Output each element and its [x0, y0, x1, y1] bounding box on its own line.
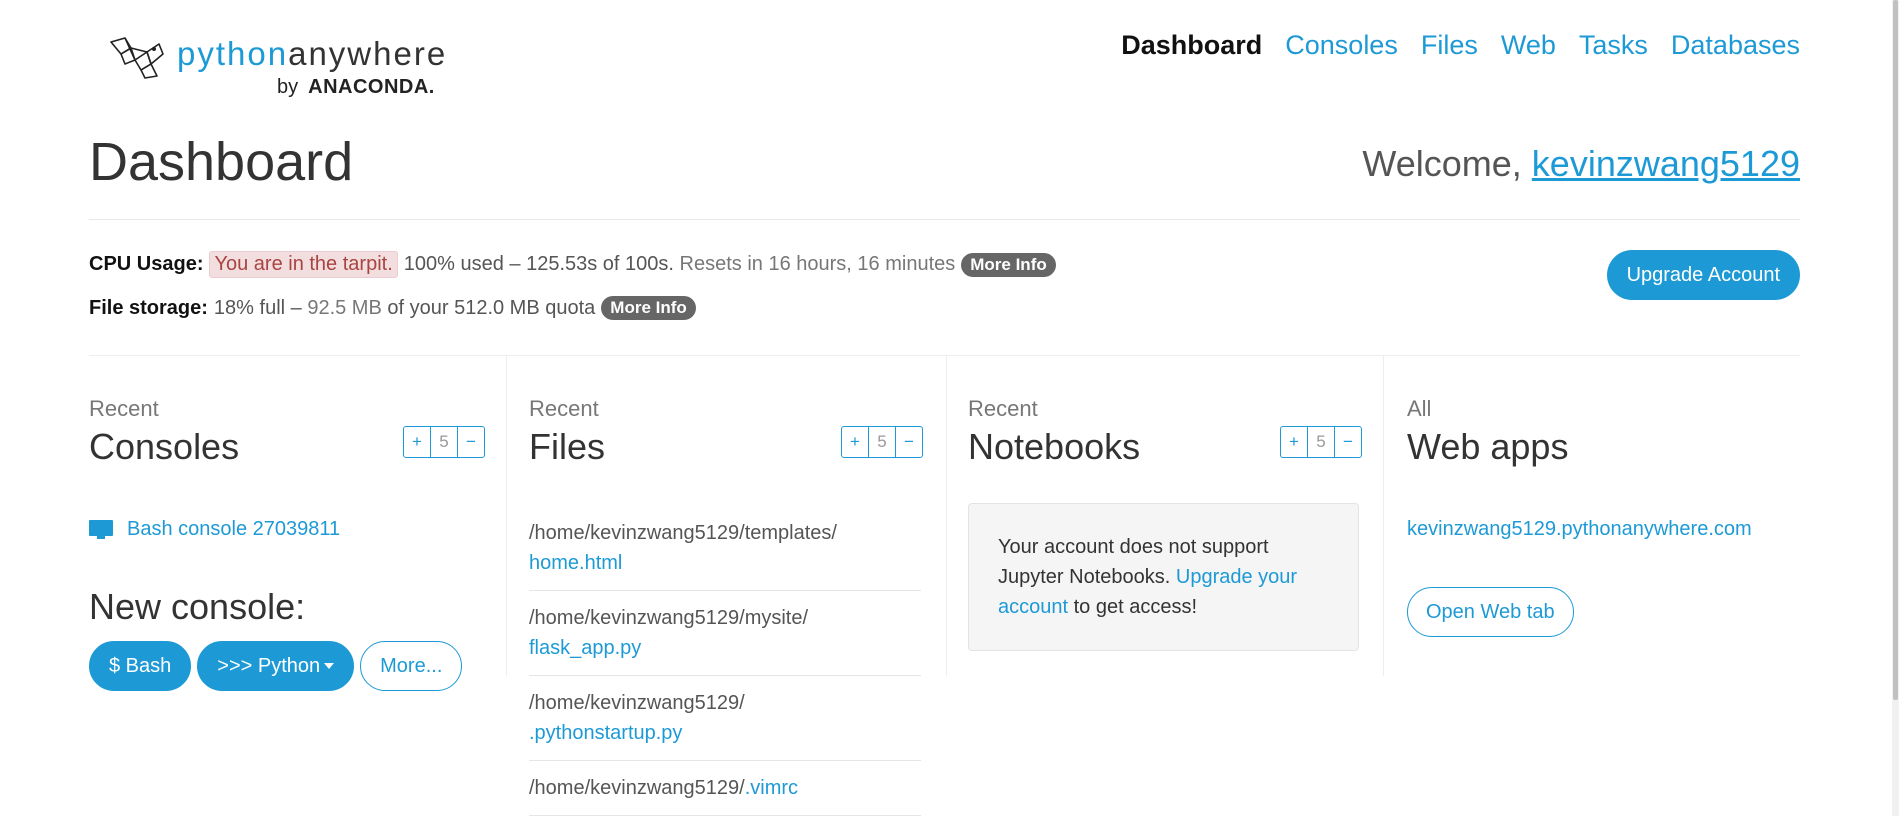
logo-word-anywhere: anywhere	[288, 35, 448, 72]
logo-wordmark: pythonanywhere	[177, 34, 447, 74]
page-scrollbar[interactable]	[1892, 0, 1899, 816]
files-increase-button[interactable]: +	[842, 427, 868, 457]
file-link[interactable]: flask_app.py	[529, 637, 641, 659]
open-web-tab-button[interactable]: Open Web tab	[1407, 587, 1574, 637]
webapps-title: Web apps	[1407, 426, 1569, 467]
nav-files[interactable]: Files	[1421, 30, 1478, 61]
file-storage-row: File storage: 18% full – 92.5 MB of your…	[89, 296, 696, 320]
files-title: Files	[529, 426, 606, 467]
notice-suffix: to get access!	[1073, 596, 1198, 618]
file-directory: /home/kevinzwang5129/	[529, 692, 745, 714]
pythonanywhere-logo[interactable]: pythonanywhere by ANACONDA.	[107, 34, 447, 102]
page-title: Dashboard	[89, 132, 354, 192]
nav-web[interactable]: Web	[1501, 30, 1556, 61]
webapps-subtitle: All	[1407, 396, 1432, 421]
upgrade-account-button[interactable]: Upgrade Account	[1606, 250, 1800, 300]
notebooks-subtitle: Recent	[968, 396, 1038, 421]
username-link[interactable]: kevinzwang5129	[1532, 143, 1800, 184]
recent-console-link[interactable]: Bash console 27039811	[89, 518, 340, 541]
file-link[interactable]: home.html	[529, 552, 622, 574]
webapps-panel: All Web apps kevinzwang5129.pythonanywhe…	[1407, 356, 1800, 816]
logo-word-python: python	[177, 35, 289, 72]
new-console-buttons: $ Bash >>> Python More...	[89, 641, 463, 691]
files-count: 5	[868, 427, 896, 457]
nav-databases[interactable]: Databases	[1671, 30, 1800, 61]
new-console-heading: New console:	[89, 586, 306, 627]
recent-console-label: Bash console 27039811	[127, 518, 341, 540]
notebooks-decrease-button[interactable]: −	[1335, 427, 1361, 457]
column-divider	[506, 356, 507, 676]
top-navigation: Dashboard Consoles Files Web Tasks Datab…	[1121, 30, 1800, 61]
notebooks-panel: Recent Notebooks + 5 − Your account does…	[968, 356, 1363, 816]
consoles-title: Consoles	[89, 426, 240, 467]
file-directory: /home/kevinzwang5129/templates/	[529, 522, 837, 544]
logo-by-text: by	[277, 76, 299, 98]
cpu-more-info-button[interactable]: More Info	[961, 252, 1056, 277]
nav-consoles[interactable]: Consoles	[1285, 30, 1398, 61]
cpu-usage-value: 100% used – 125.53s of 100s.	[403, 253, 674, 275]
consoles-decrease-button[interactable]: −	[458, 427, 484, 457]
recent-files-list: /home/kevinzwang5129/templates/ home.htm…	[529, 518, 921, 828]
welcome-prefix: Welcome,	[1362, 143, 1532, 184]
files-count-stepper: + 5 −	[841, 426, 923, 458]
file-link[interactable]: .vimrc	[745, 777, 798, 799]
logo-byline: by ANACONDA.	[277, 76, 435, 99]
consoles-subtitle: Recent	[89, 396, 159, 421]
file-item: /home/kevinzwang5129/mysite/ flask_app.p…	[529, 603, 921, 676]
files-decrease-button[interactable]: −	[896, 427, 922, 457]
scrollbar-thumb[interactable]	[1893, 0, 1898, 700]
consoles-count: 5	[430, 427, 458, 457]
file-directory: /home/kevinzwang5129/mysite/	[529, 607, 809, 629]
nav-tasks[interactable]: Tasks	[1579, 30, 1648, 61]
consoles-panel: Recent Consoles + 5 − Bash console 27039…	[89, 356, 485, 816]
caret-down-icon	[324, 663, 335, 670]
notebooks-increase-button[interactable]: +	[1281, 427, 1307, 457]
notebooks-count: 5	[1307, 427, 1335, 457]
storage-used: 92.5 MB	[307, 296, 382, 319]
monitor-icon	[89, 519, 113, 540]
storage-more-info-button[interactable]: More Info	[601, 296, 696, 320]
file-directory: /home/kevinzwang5129/	[529, 777, 745, 799]
python-console-label: >>> Python	[217, 654, 321, 677]
column-divider	[946, 356, 947, 676]
files-subtitle: Recent	[529, 396, 599, 421]
file-item: /home/kevinzwang5129/ .pythonstartup.py	[529, 688, 921, 761]
consoles-count-stepper: + 5 −	[403, 426, 485, 458]
logo-anaconda-text: ANACONDA.	[308, 76, 435, 98]
file-storage-label: File storage:	[89, 296, 208, 319]
files-panel: Recent Files + 5 − /home/kevinzwang5129/…	[529, 356, 924, 816]
tarpit-warning: You are in the tarpit.	[209, 251, 398, 278]
more-consoles-button[interactable]: More...	[360, 641, 463, 691]
notebooks-unsupported-notice: Your account does not support Jupyter No…	[968, 503, 1359, 651]
notebooks-title: Notebooks	[968, 426, 1141, 467]
cpu-reset-text: Resets in 16 hours, 16 minutes	[679, 253, 956, 275]
python-snake-logo-icon	[110, 37, 164, 79]
file-link[interactable]: .pythonstartup.py	[529, 722, 682, 744]
notebooks-count-stepper: + 5 −	[1280, 426, 1362, 458]
python-console-dropdown[interactable]: >>> Python	[197, 641, 355, 691]
welcome-message: Welcome, kevinzwang5129	[1362, 143, 1800, 185]
nav-dashboard[interactable]: Dashboard	[1121, 30, 1262, 61]
consoles-increase-button[interactable]: +	[404, 427, 430, 457]
bash-console-button[interactable]: $ Bash	[89, 641, 192, 691]
file-item: /home/kevinzwang5129/templates/ home.htm…	[529, 518, 921, 591]
file-item: /home/kevinzwang5129/.vimrc	[529, 773, 921, 816]
header-divider	[89, 219, 1800, 220]
cpu-usage-row: CPU Usage: You are in the tarpit. 100% u…	[89, 251, 1056, 278]
storage-percent: 18% full –	[213, 296, 302, 319]
column-divider	[1383, 356, 1384, 676]
cpu-usage-label: CPU Usage:	[89, 253, 204, 275]
webapp-link[interactable]: kevinzwang5129.pythonanywhere.com	[1407, 518, 1752, 541]
storage-quota: of your 512.0 MB quota	[387, 296, 596, 319]
